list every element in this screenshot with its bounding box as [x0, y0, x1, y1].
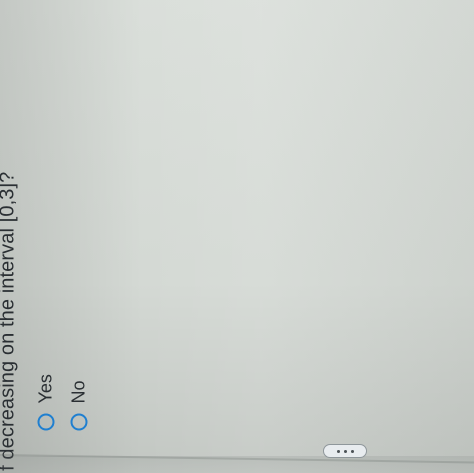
- radio-unselected-icon[interactable]: [70, 413, 88, 431]
- more-options-button[interactable]: [323, 444, 367, 458]
- option-no[interactable]: No: [68, 380, 90, 431]
- radio-unselected-icon[interactable]: [37, 413, 55, 431]
- option-label-no: No: [68, 380, 89, 404]
- ellipsis-icon: [343, 449, 347, 453]
- bottom-bezel-shadow: [0, 456, 474, 473]
- question-area: Is f decreasing on the interval [0,3]? Y…: [0, 0, 474, 473]
- photo-background: Is f decreasing on the interval [0,3]? Y…: [0, 0, 474, 473]
- option-label-yes: Yes: [35, 374, 56, 404]
- ellipsis-icon: [350, 449, 354, 453]
- ellipsis-icon: [336, 449, 340, 453]
- option-yes[interactable]: Yes: [35, 374, 57, 431]
- question-text: Is f decreasing on the interval [0,3]?: [0, 171, 19, 473]
